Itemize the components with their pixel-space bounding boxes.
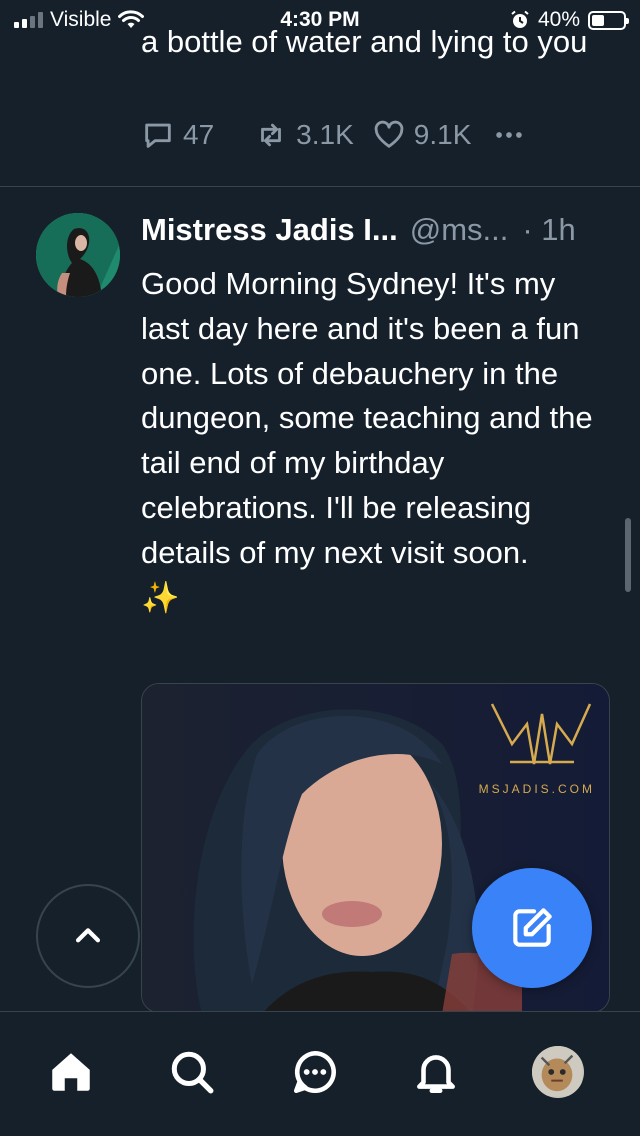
nav-search[interactable]	[164, 1044, 220, 1100]
status-bar: Visible 4:30 PM 40%	[0, 0, 640, 40]
like-button[interactable]: 9.1K	[372, 118, 472, 152]
media-watermark: MSJADIS.COM	[478, 782, 595, 796]
tweet-text: Good Morning Sydney! It's my last day he…	[141, 262, 611, 620]
nav-notifications[interactable]	[408, 1044, 464, 1100]
reply-count: 47	[183, 119, 215, 150]
author-avatar[interactable]	[36, 213, 120, 297]
compose-icon	[513, 908, 552, 947]
search-icon	[171, 1051, 214, 1094]
sparkles-emoji: ✨	[141, 579, 180, 615]
status-right: 40%	[510, 8, 629, 32]
bottom-nav	[0, 1011, 640, 1136]
author-handle[interactable]: @ms...	[410, 212, 509, 248]
like-count: 9.1K	[413, 119, 472, 150]
author-name[interactable]: Mistress Jadis I...	[141, 212, 398, 248]
reply-icon	[145, 123, 171, 148]
heart-icon	[374, 120, 404, 148]
more-button[interactable]	[491, 118, 527, 152]
nav-home[interactable]	[43, 1044, 99, 1100]
more-icon	[496, 132, 523, 138]
profile-avatar	[532, 1046, 584, 1098]
messages-icon	[293, 1050, 336, 1094]
tweet-time: · 1h	[522, 212, 576, 247]
previous-tweet-actions: 47 3.1K 9.1K	[141, 118, 527, 152]
chevron-up-icon	[75, 928, 101, 943]
retweet-count: 3.1K	[296, 119, 354, 150]
tweet-header: Mistress Jadis I... @ms... · 1h	[141, 212, 621, 248]
retweet-icon	[261, 123, 282, 147]
nav-profile[interactable]	[530, 1044, 586, 1100]
scroll-indicator[interactable]	[625, 518, 631, 592]
retweet-button[interactable]: 3.1K	[254, 118, 354, 152]
reply-button[interactable]: 47	[141, 118, 214, 152]
scroll-to-top-button[interactable]	[36, 884, 140, 988]
notifications-icon	[417, 1055, 455, 1094]
home-icon	[52, 1053, 90, 1091]
compose-tweet-button[interactable]	[472, 868, 592, 988]
battery-icon	[588, 10, 629, 30]
tweet-body: Good Morning Sydney! It's my last day he…	[141, 266, 593, 570]
alarm-icon	[511, 10, 529, 28]
nav-messages[interactable]	[287, 1044, 343, 1100]
battery-percent: 40%	[537, 8, 580, 31]
tweet-divider	[0, 186, 640, 187]
